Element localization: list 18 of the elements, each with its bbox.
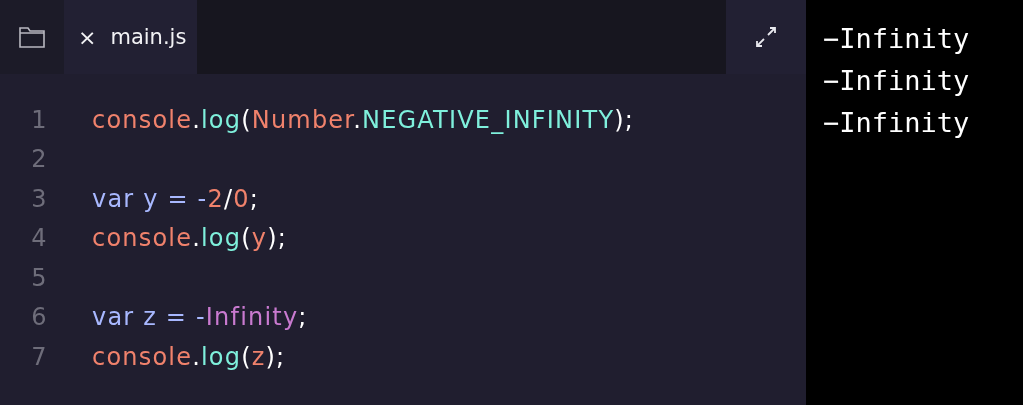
file-tab[interactable]: × main.js <box>64 0 197 74</box>
line-number: 3 <box>30 184 48 213</box>
code-line: console.log(z); <box>92 342 286 371</box>
folder-icon[interactable] <box>19 26 45 48</box>
line-number: 1 <box>30 105 48 134</box>
console-output: −Infinity <box>823 106 971 140</box>
line-number: 2 <box>30 145 48 174</box>
code-line: console.log(Number.NEGATIVE_INFINITY); <box>92 105 635 134</box>
code-line: var z = -Infinity; <box>92 303 308 332</box>
line-number: 5 <box>30 263 48 292</box>
line-number: 4 <box>30 224 48 253</box>
console-output: −Infinity <box>823 64 971 98</box>
expand-icon[interactable] <box>755 26 777 48</box>
console-output: −Infinity <box>823 22 971 56</box>
code-line: var y = -2/0; <box>92 184 259 213</box>
line-number: 7 <box>30 342 48 371</box>
code-line: console.log(y); <box>92 224 287 253</box>
line-number: 6 <box>30 303 48 332</box>
